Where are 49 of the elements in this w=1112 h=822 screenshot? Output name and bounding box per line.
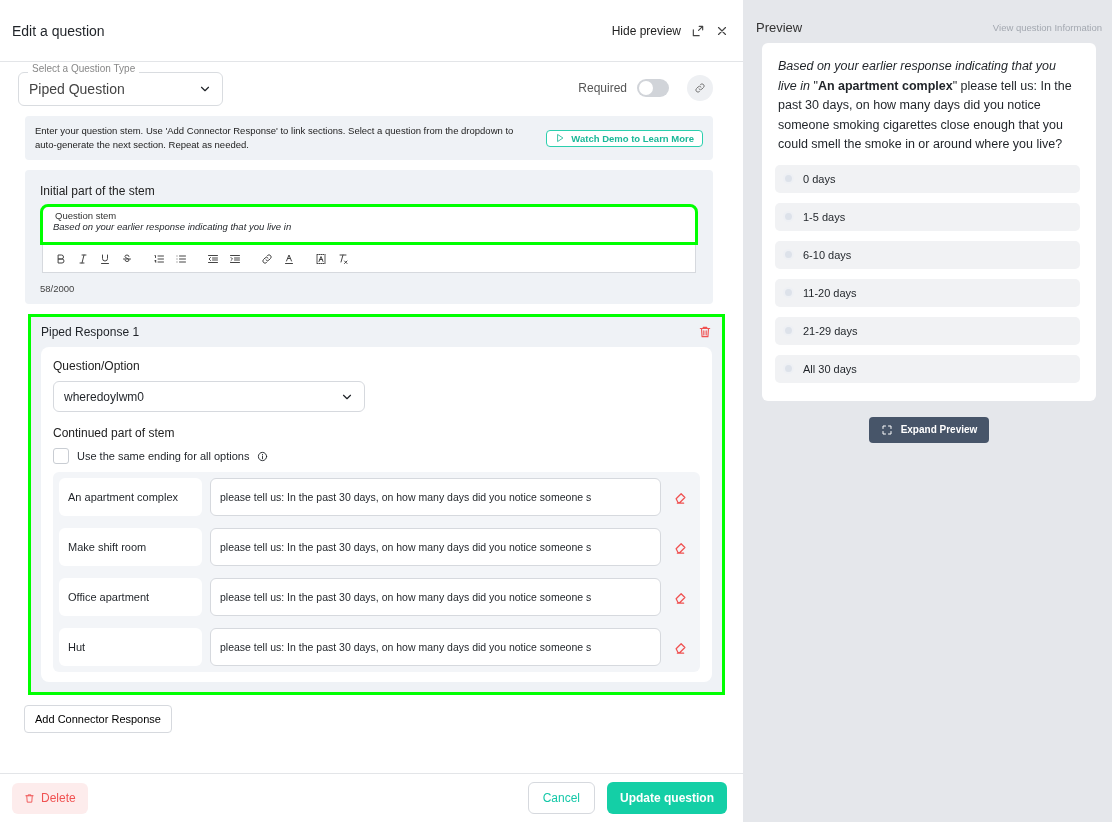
stem-ending-field[interactable]: please tell us: In the past 30 days, on how many days did you notice someone s xyxy=(210,578,661,616)
section-label: Initial part of the stem xyxy=(40,184,156,198)
stem-ending-field[interactable]: please tell us: In the past 30 days, on how many days did you notice someone s xyxy=(210,628,661,666)
text-color-icon[interactable] xyxy=(283,252,295,265)
highlight-color-icon[interactable] xyxy=(315,252,327,265)
hide-preview-link[interactable]: Hide preview xyxy=(611,23,681,38)
expand-icon[interactable] xyxy=(691,23,705,38)
option-name: Make shift room xyxy=(59,528,202,566)
option-name: Office apartment xyxy=(59,578,202,616)
answer-choice[interactable]: 0 days xyxy=(775,164,1080,193)
preview-question: Based on your earlier response indicating that you live in "An apartment complex" please tell us: In the past 30 days, on how many days did you notice someone smoking cigarettes close enough that you could smell the smoke in or around where you live? xyxy=(777,58,1073,153)
question-option-select[interactable]: wheredoylwm0 xyxy=(53,381,365,412)
trash-icon xyxy=(24,792,35,804)
expand-preview-button[interactable]: Expand Preview xyxy=(868,416,990,443)
italic-icon[interactable] xyxy=(77,252,89,265)
stem-ending-field[interactable]: please tell us: In the past 30 days, on how many days did you notice someone s xyxy=(210,478,661,516)
strikethrough-icon[interactable] xyxy=(121,252,133,265)
bold-icon[interactable] xyxy=(55,252,67,265)
info-text: Enter your question stem. Use 'Add Connector Response' to link sections. Select a question from the dropdown to auto-generate the next section. Repeat as needed. xyxy=(35,124,515,152)
add-connector-button[interactable]: Add Connector Response xyxy=(24,705,172,733)
underline-icon[interactable] xyxy=(99,252,111,265)
required-label: Required xyxy=(578,81,627,95)
numbered-list-icon[interactable] xyxy=(153,252,165,265)
checkbox-label: Use the same ending for all options xyxy=(77,450,250,462)
info-icon xyxy=(257,450,269,462)
trash-icon[interactable] xyxy=(698,325,712,339)
answer-choice[interactable]: 21-29 days xyxy=(775,316,1080,345)
clear-format-icon[interactable] xyxy=(337,252,349,265)
preview-title: Preview xyxy=(756,20,803,35)
answer-choice[interactable]: 6-10 days xyxy=(775,240,1080,269)
select-label: Select a Question Type xyxy=(28,63,140,74)
question-option-label: Question/Option xyxy=(53,359,141,373)
option-name: An apartment complex xyxy=(59,478,202,516)
indent-icon[interactable] xyxy=(229,252,241,265)
continued-stem-label: Continued part of stem xyxy=(53,426,176,440)
answer-choice[interactable]: All 30 days xyxy=(775,354,1080,383)
piped-response-title: Piped Response 1 xyxy=(41,325,140,339)
option-name: Hut xyxy=(59,628,202,666)
outdent-icon[interactable] xyxy=(207,252,219,265)
dialog-title: Edit a question xyxy=(12,22,106,39)
link-icon[interactable] xyxy=(261,252,273,265)
fullscreen-icon xyxy=(880,423,893,436)
stem-ending-field[interactable]: please tell us: In the past 30 days, on how many days did you notice someone s xyxy=(210,528,661,566)
answer-choice[interactable]: 11-20 days xyxy=(775,278,1080,307)
character-count: 58/2000 xyxy=(40,283,76,294)
same-ending-checkbox[interactable] xyxy=(53,448,69,464)
required-toggle[interactable] xyxy=(637,79,669,97)
play-icon xyxy=(555,133,566,143)
answer-choice[interactable]: 1-5 days xyxy=(775,202,1080,231)
